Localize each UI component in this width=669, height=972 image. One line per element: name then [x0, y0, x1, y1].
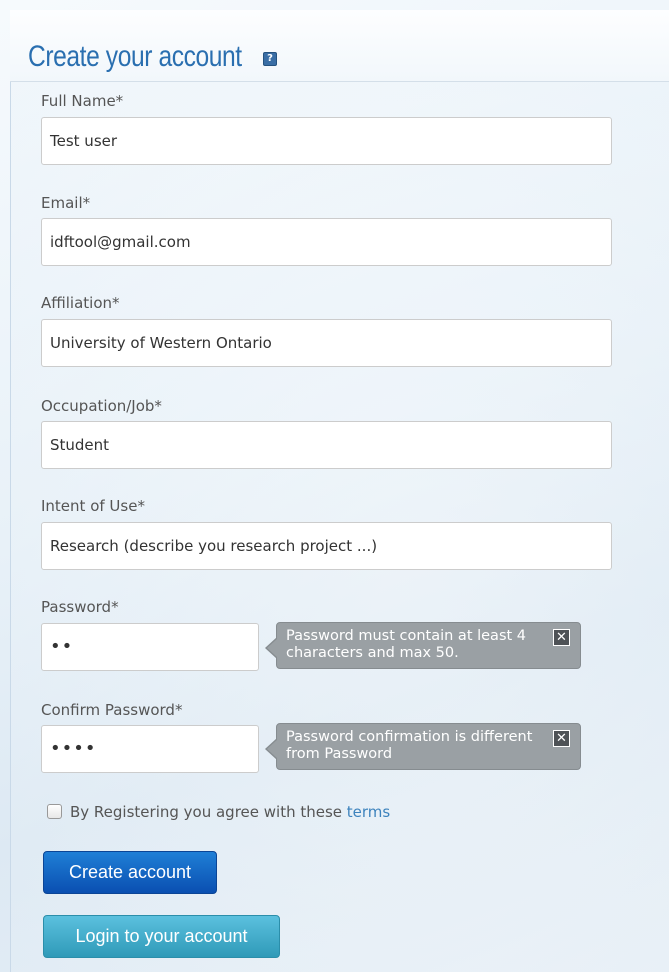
confirm-password-value: ••••: [50, 738, 97, 759]
confirm-password-input[interactable]: ••••: [41, 725, 259, 773]
affiliation-label: Affiliation*: [41, 294, 120, 312]
create-account-button[interactable]: Create account: [43, 851, 217, 894]
terms-label: By Registering you agree with these: [70, 803, 343, 821]
full-name-input[interactable]: Test user: [41, 117, 612, 165]
email-label: Email*: [41, 194, 91, 212]
page-title: Create your account: [28, 40, 242, 73]
terms-checkbox[interactable]: [47, 804, 62, 819]
intent-label: Intent of Use*: [41, 497, 145, 515]
terms-link[interactable]: terms: [347, 803, 390, 821]
form-header: Create your account ?: [10, 10, 669, 82]
login-button[interactable]: Login to your account: [43, 915, 280, 958]
password-label: Password*: [41, 598, 119, 616]
confirm-password-label: Confirm Password*: [41, 701, 183, 719]
occupation-input[interactable]: Student: [41, 421, 612, 469]
terms-text: By Registering you agree with these term…: [70, 803, 390, 821]
full-name-label: Full Name*: [41, 92, 124, 110]
affiliation-input[interactable]: University of Western Ontario: [41, 319, 612, 367]
password-error-tooltip: Password must contain at least 4 charact…: [265, 622, 581, 669]
password-value: ••: [50, 636, 74, 657]
occupation-label: Occupation/Job*: [41, 397, 162, 415]
close-icon[interactable]: ✕: [553, 730, 570, 747]
intent-input[interactable]: Research (describe you research project …: [41, 522, 612, 570]
help-icon[interactable]: ?: [263, 52, 277, 66]
password-error-text: Password must contain at least 4 charact…: [286, 628, 527, 661]
close-icon[interactable]: ✕: [553, 629, 570, 646]
confirm-password-error-tooltip: Password confirmation is different from …: [265, 723, 581, 770]
email-input[interactable]: idftool@gmail.com: [41, 218, 612, 266]
confirm-password-error-text: Password confirmation is different from …: [286, 729, 533, 762]
password-input[interactable]: ••: [41, 623, 259, 671]
